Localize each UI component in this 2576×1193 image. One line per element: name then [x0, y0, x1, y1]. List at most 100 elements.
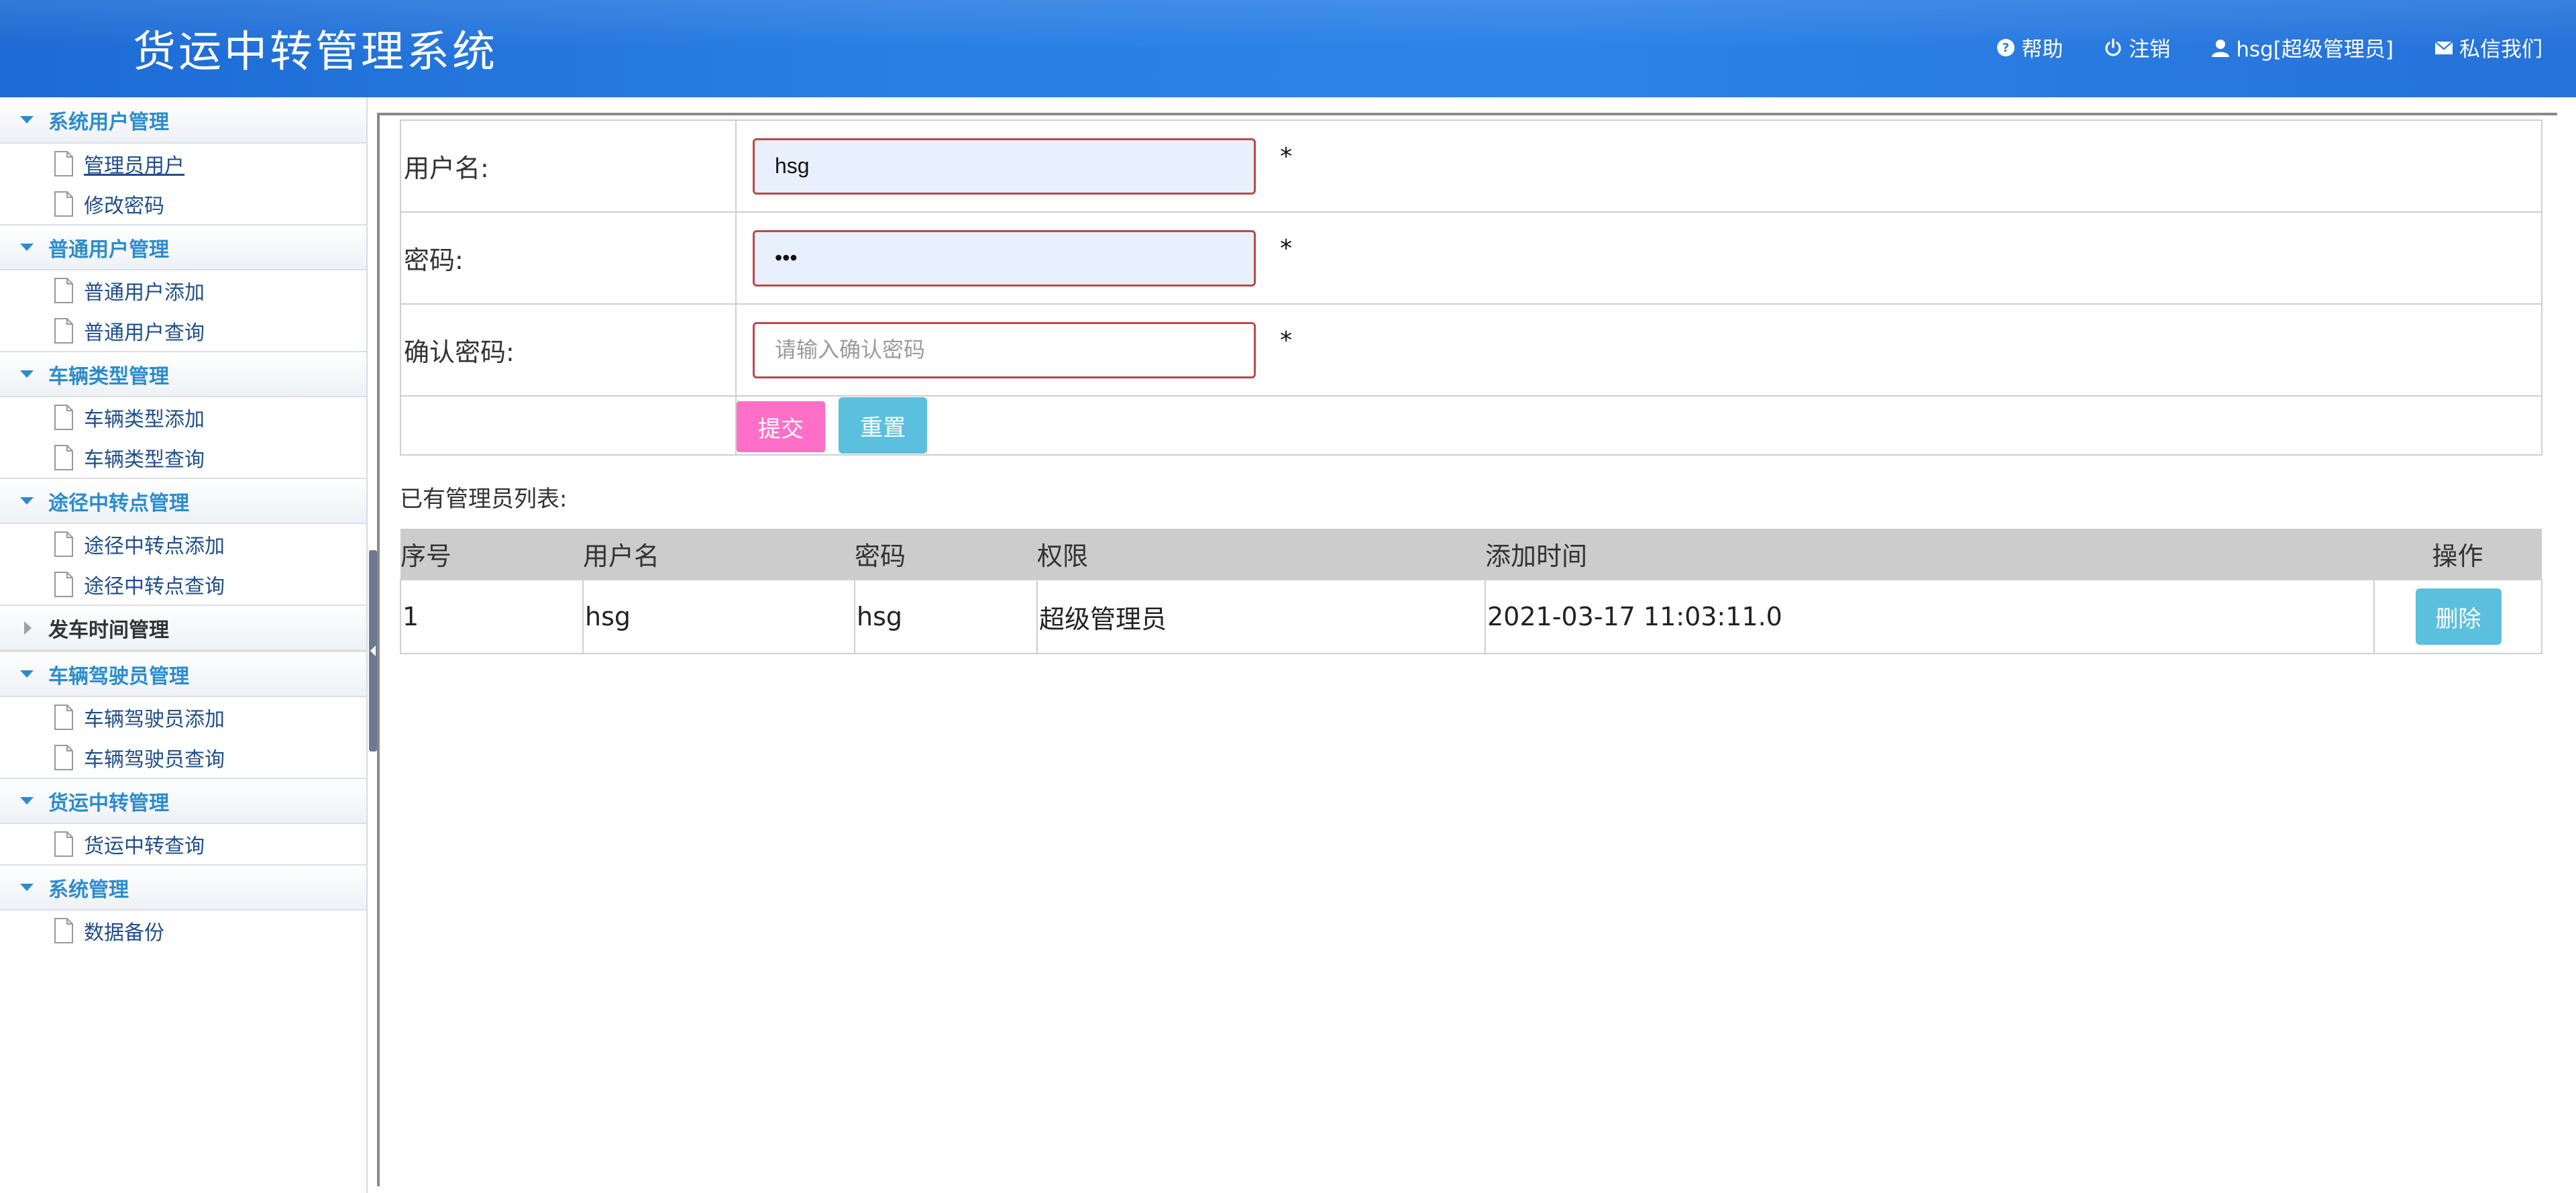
menu-item-label: 车辆类型查询: [84, 448, 205, 472]
menu-item-query-transit-point[interactable]: 途径中转点查询: [0, 564, 366, 605]
menu-item-data-backup[interactable]: 数据备份: [0, 911, 366, 951]
expand-triangle-icon: [20, 797, 34, 805]
menu-group-label: 货运中转管理: [48, 791, 169, 815]
expand-triangle-icon: [20, 670, 34, 678]
menu-item-add-transit-point[interactable]: 途径中转点添加: [0, 524, 366, 564]
cell-added-time: 2021-03-17 11:03:11.0: [1485, 579, 2375, 654]
menu-group-label: 途径中转点管理: [48, 491, 189, 515]
column-header-no: 序号: [400, 529, 583, 580]
sidebar-splitter-handle[interactable]: [369, 550, 377, 751]
help-link[interactable]: ? 帮助: [1996, 32, 2063, 62]
page-icon: [54, 572, 73, 597]
expand-triangle-icon: [20, 116, 34, 123]
logout-label: 注销: [2129, 38, 2171, 62]
confirm-password-input[interactable]: [753, 321, 1256, 378]
password-field-cell: *: [735, 211, 2542, 305]
cell-action: 删除: [2373, 579, 2542, 654]
table-row: 1 hsg hsg 超级管理员 2021-03-17 11:03:11.0 删除: [400, 579, 2542, 654]
collapse-arrow-icon: [370, 645, 376, 656]
form-row-username: 用户名: *: [400, 119, 2542, 213]
svg-text:?: ?: [2002, 41, 2009, 55]
menu-item-label: 普通用户查询: [84, 321, 205, 345]
password-input[interactable]: [753, 229, 1256, 287]
menu-item-query-freight-transit[interactable]: 货运中转查询: [0, 824, 366, 864]
menu-item-label: 车辆类型添加: [84, 408, 205, 431]
menu-item-add-normal-user[interactable]: 普通用户添加: [0, 270, 366, 311]
page-icon: [54, 705, 73, 730]
menu-group-label: 车辆类型管理: [48, 364, 169, 388]
contact-label: 私信我们: [2459, 38, 2542, 62]
delete-button[interactable]: 删除: [2415, 588, 2502, 645]
menu-item-label: 数据备份: [84, 921, 164, 945]
main-content: 用户名: * 密码: * 确认密码: * 提交 重置: [377, 113, 2557, 1186]
menu-group-departure-times[interactable]: 发车时间管理: [0, 605, 366, 651]
buttons-spacer-cell: [400, 395, 737, 456]
buttons-cell: 提交 重置: [735, 395, 2542, 456]
menu-item-label: 普通用户添加: [84, 281, 205, 305]
column-header-username: 用户名: [583, 529, 855, 580]
menu-item-add-vehicle-type[interactable]: 车辆类型添加: [0, 397, 366, 437]
menu-group-label: 系统用户管理: [48, 110, 169, 134]
username-label: 用户名:: [400, 119, 737, 213]
power-icon: [2105, 38, 2121, 56]
page-icon: [54, 918, 73, 943]
menu-group-label: 车辆驾驶员管理: [48, 664, 189, 688]
page-icon: [54, 151, 73, 176]
current-user-link[interactable]: hsg[超级管理员]: [2210, 32, 2394, 62]
menu-group-label: 发车时间管理: [48, 618, 169, 642]
cell-username: hsg: [582, 579, 855, 654]
menu-group-drivers[interactable]: 车辆驾驶员管理: [0, 651, 366, 697]
menu-item-label: 管理员用户: [84, 154, 184, 178]
logout-link[interactable]: 注销: [2103, 32, 2170, 62]
username-field-cell: *: [735, 119, 2542, 213]
app-title: 货运中转管理系统: [133, 28, 498, 77]
contact-link[interactable]: 私信我们: [2434, 32, 2542, 62]
admin-list-caption: 已有管理员列表:: [400, 486, 568, 513]
menu-group-freight-transit[interactable]: 货运中转管理: [0, 778, 366, 824]
reset-button[interactable]: 重置: [839, 397, 928, 454]
menu-group-normal-users[interactable]: 普通用户管理: [0, 224, 366, 270]
help-icon: ?: [1997, 38, 2015, 56]
menu-group-label: 系统管理: [48, 878, 129, 902]
confirm-password-field-cell: *: [735, 303, 2542, 397]
password-label: 密码:: [400, 211, 737, 305]
form-row-confirm-password: 确认密码: *: [400, 303, 2542, 397]
collapsed-triangle-icon: [24, 621, 32, 635]
menu-item-label: 车辆驾驶员添加: [84, 708, 225, 731]
menu-item-query-normal-user[interactable]: 普通用户查询: [0, 311, 366, 351]
column-header-role: 权限: [1037, 529, 1485, 580]
page-icon: [54, 531, 73, 557]
expand-triangle-icon: [20, 884, 34, 891]
form-row-password: 密码: *: [400, 211, 2542, 305]
menu-item-admin-users[interactable]: 管理员用户: [0, 144, 366, 184]
submit-button[interactable]: 提交: [737, 401, 825, 452]
user-icon: [2212, 39, 2230, 57]
menu-item-query-driver[interactable]: 车辆驾驶员查询: [0, 737, 366, 778]
required-mark: *: [1280, 235, 1293, 262]
top-header: 货运中转管理系统 ? 帮助 注销 hsg[超级管理员] 私信我们: [0, 0, 2576, 97]
page-icon: [54, 445, 73, 470]
column-header-password: 密码: [855, 529, 1037, 580]
page-icon: [54, 405, 73, 430]
page-icon: [54, 191, 73, 217]
menu-group-transit-points[interactable]: 途径中转点管理: [0, 478, 366, 524]
page-icon: [54, 745, 73, 770]
menu-group-label: 普通用户管理: [48, 238, 169, 262]
expand-triangle-icon: [20, 244, 34, 251]
page-icon: [54, 318, 73, 344]
table-header-row: 序号 用户名 密码 权限 添加时间 操作: [400, 529, 2542, 580]
header-nav: ? 帮助 注销 hsg[超级管理员] 私信我们: [1996, 32, 2542, 62]
menu-group-system-admin[interactable]: 系统管理: [0, 864, 366, 911]
menu-item-change-password[interactable]: 修改密码: [0, 184, 366, 224]
menu-group-system-users[interactable]: 系统用户管理: [0, 97, 366, 144]
menu-item-add-driver[interactable]: 车辆驾驶员添加: [0, 697, 366, 737]
column-header-added-time: 添加时间: [1485, 529, 2374, 580]
menu-group-vehicle-types[interactable]: 车辆类型管理: [0, 351, 366, 397]
menu-item-label: 途径中转点查询: [84, 575, 225, 599]
page-icon: [54, 278, 73, 303]
username-input[interactable]: [753, 138, 1256, 195]
required-mark: *: [1280, 143, 1293, 170]
menu-item-query-vehicle-type[interactable]: 车辆类型查询: [0, 437, 366, 478]
cell-role: 超级管理员: [1036, 579, 1486, 654]
column-header-action: 操作: [2374, 529, 2542, 580]
